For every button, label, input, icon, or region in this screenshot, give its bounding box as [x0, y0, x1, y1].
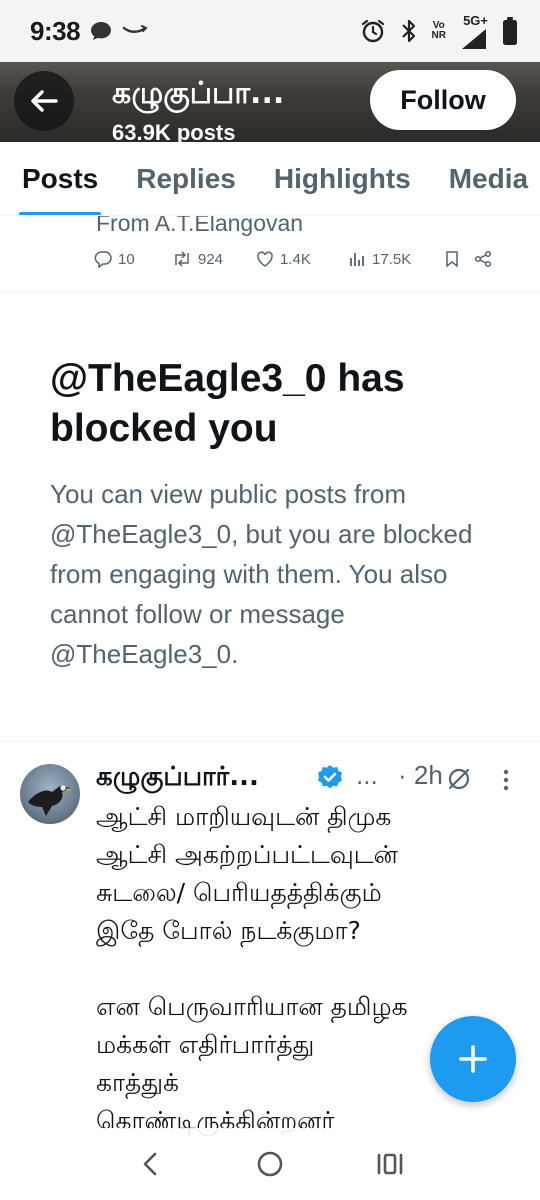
bluetooth-icon — [400, 18, 418, 44]
like-count: 1.4K — [280, 250, 311, 268]
share-icon — [474, 250, 492, 268]
avatar[interactable] — [20, 764, 80, 824]
tab-posts[interactable]: Posts — [19, 142, 102, 215]
tab-label: Media — [448, 162, 529, 194]
share-button[interactable] — [474, 250, 504, 268]
system-nav-bar — [0, 1128, 540, 1200]
bookmark-icon — [446, 251, 458, 268]
grok-icon[interactable] — [446, 766, 472, 797]
status-bar: 9:38 Vo NR 5G+ — [0, 0, 540, 62]
tweet-time: · 2h — [398, 760, 443, 791]
chevron-left-icon — [143, 1152, 157, 1176]
tab-label: Posts — [22, 162, 99, 194]
tab-highlights[interactable]: Highlights — [273, 142, 411, 215]
header-post-count: 63.9K posts — [112, 120, 236, 142]
quoted-from-text: From A.T.Elangovan — [96, 216, 304, 236]
active-tab-indicator — [19, 211, 102, 215]
repost-count: 924 — [198, 250, 224, 268]
nav-recents-button[interactable] — [360, 1134, 420, 1194]
amazon-smile-icon — [122, 25, 148, 37]
blocked-notice: @TheEagle3_0 has blocked you You can vie… — [0, 292, 540, 742]
plus-icon — [459, 1045, 487, 1073]
volte-icon: Vo NR — [432, 21, 446, 41]
nav-home-button[interactable] — [240, 1134, 300, 1194]
network-nr-label: NR — [431, 30, 446, 41]
profile-tabs: Posts Replies Highlights Media — [0, 142, 540, 216]
blocked-title: @TheEagle3_0 has blocked you — [50, 357, 405, 450]
back-button[interactable] — [14, 71, 74, 131]
tab-label: Replies — [136, 162, 236, 194]
repost-button[interactable]: 924 — [172, 250, 256, 268]
reply-icon — [94, 251, 112, 268]
header-title: கழுகுப்பா... — [112, 76, 285, 111]
signal-icon: 5G+ — [460, 13, 488, 50]
arrow-left-icon — [31, 90, 58, 112]
tab-replies[interactable]: Replies — [136, 142, 236, 215]
tab-label: Highlights — [273, 162, 411, 194]
previous-tweet[interactable]: From A.T.Elangovan 10 924 1.4K 17.5K — [0, 216, 540, 292]
recents-icon — [377, 1153, 403, 1175]
bookmark-button[interactable] — [444, 250, 474, 268]
alarm-icon — [360, 18, 386, 44]
circle-icon — [257, 1151, 283, 1177]
follow-button[interactable]: Follow — [370, 70, 516, 130]
reply-button[interactable]: 10 — [94, 250, 172, 268]
chat-bubble-icon — [90, 21, 112, 41]
tweet-timestamp: 2h — [413, 760, 443, 790]
profile-header: கழுகுப்பா... 63.9K posts Follow — [0, 62, 540, 142]
tweet-handle: ... — [356, 760, 378, 790]
compose-button[interactable] — [430, 1016, 516, 1102]
status-time: 9:38 — [30, 15, 81, 46]
heart-icon — [257, 251, 273, 267]
views-button[interactable]: 17.5K — [348, 250, 444, 268]
more-options-icon[interactable] — [502, 768, 510, 797]
eagle-avatar-icon — [28, 785, 71, 816]
view-count: 17.5K — [372, 250, 412, 268]
verified-badge-icon — [316, 764, 344, 797]
blocked-body: You can view public posts from @TheEagle… — [50, 479, 473, 669]
views-icon — [350, 253, 364, 266]
tweet-author-name[interactable]: கழுகுப்பார்... — [96, 762, 259, 795]
repost-icon — [175, 251, 189, 267]
tweet-actions: 10 924 1.4K 17.5K — [94, 250, 524, 268]
reply-count: 10 — [118, 250, 135, 268]
nav-back-button[interactable] — [120, 1134, 180, 1194]
network-5g-label: 5G+ — [463, 12, 488, 28]
tab-media[interactable]: Media — [448, 142, 529, 215]
battery-icon — [502, 16, 518, 46]
like-button[interactable]: 1.4K — [256, 250, 348, 268]
tweet-separator: · — [398, 760, 407, 790]
